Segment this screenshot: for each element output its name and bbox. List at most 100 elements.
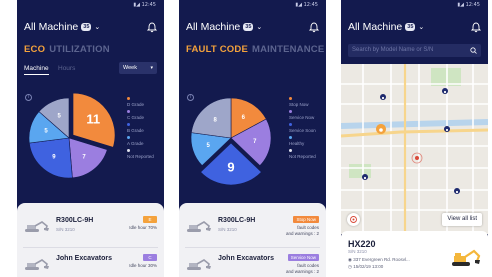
app-header: All Machine 35 ⌄ <box>24 20 157 34</box>
legend-dot <box>289 149 292 152</box>
machine-stat: Idle hour 30% <box>129 263 157 268</box>
status-badge: C <box>143 254 157 261</box>
legend-label: B Grade <box>127 128 144 133</box>
legend-label: Not Reported <box>127 154 154 159</box>
divider <box>23 247 158 248</box>
machine-filter-title[interactable]: All Machine <box>24 21 78 33</box>
excavator-icon <box>452 249 481 266</box>
chevron-down-icon[interactable]: ⌄ <box>94 23 100 31</box>
legend-dot <box>127 149 130 152</box>
machine-list-item[interactable]: R300LC-9H S/N 3210 Stop Now fault codes and … <box>179 211 326 248</box>
fault-pie-chart[interactable]: 67958 <box>183 88 283 188</box>
status-bar: ▮◢ 12:45 <box>295 2 318 8</box>
bell-icon[interactable] <box>471 22 481 33</box>
excavator-icon <box>24 220 50 232</box>
legend-label: Service Soon <box>289 128 316 133</box>
bell-icon[interactable] <box>147 22 157 33</box>
machine-map[interactable]: View all list <box>341 64 488 234</box>
machine-detail-card[interactable]: HX220 S/N 3210 ◉ 337 Evergreen Rd. Roosv… <box>341 231 488 277</box>
machine-address: ◉ 337 Evergreen Rd. Roosvl... <box>348 257 410 262</box>
fault-legend: Stop Now Service Now Service Soon Healthy No… <box>289 97 326 162</box>
search-placeholder: Search by Model Name or S/N <box>352 47 434 53</box>
legend-item: Service Soon <box>289 123 326 136</box>
legend-label: C Grade <box>127 115 145 120</box>
tab-fault-code[interactable]: FAULT CODE <box>186 44 248 55</box>
machine-list-item[interactable]: John Excavators C Idle hour 30% <box>17 249 164 277</box>
legend-item: Stop Now <box>289 97 326 110</box>
main-tabs: ECO UTILIZATION <box>24 44 110 55</box>
legend-item: B Grade <box>127 123 164 136</box>
bell-icon[interactable] <box>309 22 319 33</box>
tab-eco[interactable]: ECO <box>24 44 45 55</box>
tab-maintenance[interactable]: MAINTENANCE <box>252 44 324 55</box>
legend-item: C Grade <box>127 110 164 123</box>
subtab-hours[interactable]: Hours <box>58 65 75 72</box>
period-dropdown[interactable]: Week ▾ <box>119 62 157 74</box>
legend-label: Healthy <box>289 141 305 146</box>
legend-dot <box>127 97 130 100</box>
legend-item: Not Reported <box>289 149 326 162</box>
machine-serial: S/N 3210 <box>56 227 75 232</box>
legend-label: Service Now <box>289 115 315 120</box>
divider <box>185 247 320 248</box>
legend-label: D Grade <box>127 102 145 107</box>
main-tabs: FAULT CODE MAINTENANCE <box>186 44 324 55</box>
locate-me-button[interactable] <box>347 213 360 226</box>
legend-label: Stop Now <box>289 102 309 107</box>
machine-count-badge: 35 <box>405 23 416 31</box>
machine-stat: fault codes and warnings : 2 <box>285 225 319 236</box>
status-time: 12:45 <box>141 2 156 8</box>
pie-slice[interactable] <box>28 137 73 179</box>
view-all-list-button[interactable]: View all list <box>442 213 482 226</box>
legend-dot <box>289 110 292 113</box>
legend-label: A Grade <box>127 141 144 146</box>
chevron-down-icon[interactable]: ⌄ <box>418 23 424 31</box>
machine-list: R300LC-9H S/N 3210 E Idle hour 70% John Exca… <box>17 203 164 277</box>
app-header: All Machine 35 ⌄ <box>348 20 481 34</box>
chevron-down-icon[interactable]: ⌄ <box>256 23 262 31</box>
eco-screen: ▮◢ 12:45 All Machine 35 ⌄ ECO UTILIZATION… <box>17 0 164 277</box>
machine-model: John Excavators <box>218 255 275 262</box>
machine-filter-title[interactable]: All Machine <box>186 21 240 33</box>
machine-count-badge: 35 <box>243 23 254 31</box>
tab-utilization[interactable]: UTILIZATION <box>49 44 110 55</box>
sub-tabs: Machine Hours Week ▾ <box>24 62 157 76</box>
excavator-icon <box>24 258 50 270</box>
legend-item: D Grade <box>127 97 164 110</box>
machine-serial: S/N 3210 <box>218 227 237 232</box>
address-text: 337 Evergreen Rd. Roosvl... <box>353 257 410 262</box>
crosshair-icon <box>350 216 357 223</box>
excavator-icon <box>186 258 212 270</box>
search-input[interactable]: Search by Model Name or S/N <box>348 44 481 57</box>
machine-datetime: ◷ 15/02/19 13:00 <box>348 264 384 269</box>
legend-dot <box>127 110 130 113</box>
excavator-icon <box>186 220 212 232</box>
eco-legend: D Grade C Grade B Grade A Grade Not Reported <box>127 97 164 162</box>
pie-slice-label: 9 <box>227 160 234 175</box>
legend-item: A Grade <box>127 136 164 149</box>
fault-code-screen: ▮◢ 12:45 All Machine 35 ⌄ FAULT CODE MAIN… <box>179 0 326 277</box>
search-icon[interactable] <box>470 47 477 54</box>
machine-serial: S/N 3210 <box>348 249 367 254</box>
machine-filter-title[interactable]: All Machine <box>348 21 402 33</box>
eco-pie-chart[interactable]: 117955 <box>21 88 121 188</box>
status-time: 12:45 <box>465 2 480 8</box>
pie-slice[interactable] <box>191 97 232 139</box>
legend-dot <box>289 123 292 126</box>
map-screen: ▮◢ 12:45 All Machine 35 ⌄ Search by Mode… <box>341 0 488 277</box>
status-badge: Service Now <box>287 254 319 261</box>
machine-model: John Excavators <box>56 255 113 262</box>
map-canvas[interactable] <box>341 64 488 234</box>
machine-model: R300LC-9H <box>218 217 256 224</box>
subtab-machine[interactable]: Machine <box>24 65 49 75</box>
status-badge: Stop Now <box>293 216 319 223</box>
legend-dot <box>289 97 292 100</box>
status-bar: ▮◢ 12:45 <box>133 2 156 8</box>
machine-list-item[interactable]: R300LC-9H S/N 3210 E Idle hour 70% <box>17 211 164 248</box>
status-bar: ▮◢ 12:45 <box>457 2 480 8</box>
legend-item: Healthy <box>289 136 326 149</box>
machine-list-item[interactable]: John Excavators Service Now fault codes and… <box>179 249 326 277</box>
legend-dot <box>127 123 130 126</box>
legend-item: Not Reported <box>127 149 164 162</box>
legend-item: Service Now <box>289 110 326 123</box>
